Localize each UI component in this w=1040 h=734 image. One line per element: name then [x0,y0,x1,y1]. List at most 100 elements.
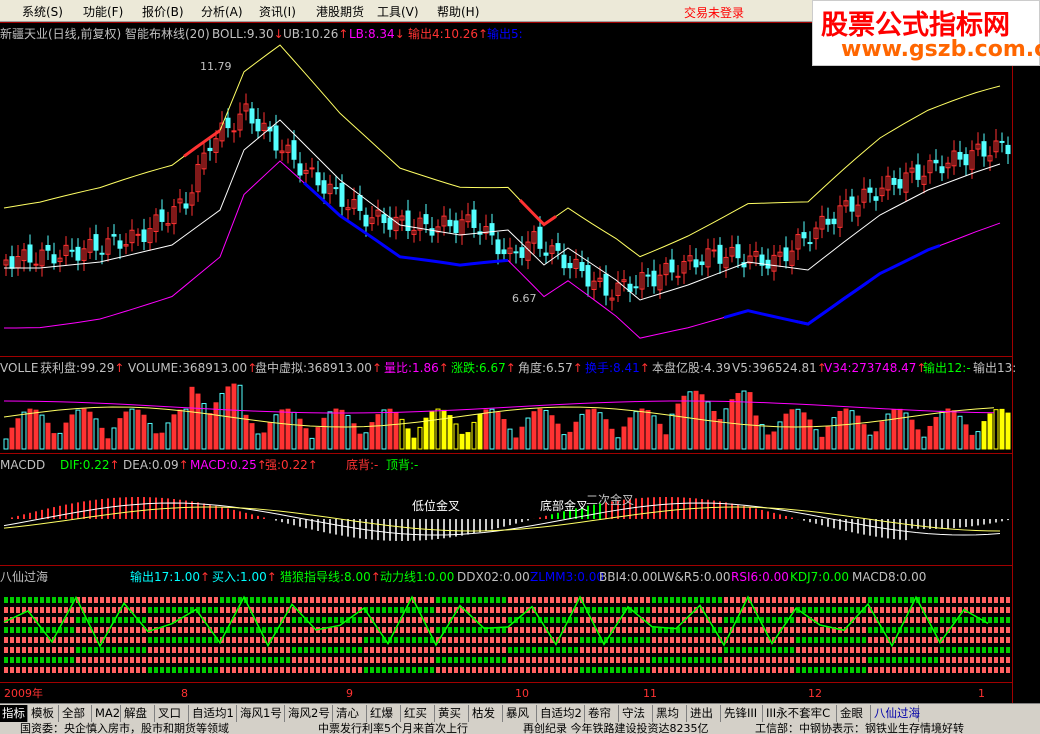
macd-bar [983,519,985,525]
tab-4[interactable]: 解盘 [122,705,155,722]
bx-signal-cell [376,597,380,603]
macd_panel-value-2: MACD:0.25↑ [190,457,267,473]
tab-15[interactable]: 自适均2 [538,705,585,722]
news-item-2[interactable]: 再创纪录 今年铁路建设投资达8235亿 [523,722,709,734]
tab-13[interactable]: 枯发 [470,705,503,722]
bx-signal-cell [922,637,926,643]
main_panel-value-text-2: LB:8.34 [349,27,395,41]
bx-signal-cell [622,617,626,623]
news-item-1[interactable]: 中票发行利率5个月来首次上行 [318,722,468,734]
tab-0[interactable]: 指标 [0,705,28,722]
bx-signal-cell [742,617,746,623]
tab-14[interactable]: 暴风 [504,705,537,722]
menu-item-5[interactable]: 港股期货 [316,3,364,20]
bx-signal-cell [862,617,866,623]
tab-3[interactable]: MA2 [93,705,121,722]
bx-signal-cell [634,617,638,623]
tab-12[interactable]: 黄买 [436,705,469,722]
bx-signal-cell [976,657,980,663]
bx-signal-cell [562,607,566,613]
bx_panel-value-2: 猎狼指导线:8.00↑ [280,569,381,585]
news-item-3[interactable]: 工信部：中钢协表示：钢铁业生存情境好转 [755,722,964,734]
tab-16[interactable]: 卷帘 [586,705,619,722]
bx-signal-cell [712,607,716,613]
bx-signal-cell [1006,637,1010,643]
menu-item-7[interactable]: 帮助(H) [437,3,479,20]
menu-item-4[interactable]: 资讯(I) [259,3,296,20]
login-status[interactable]: 交易未登录 [684,4,744,21]
menu-item-6[interactable]: 工具(V) [377,3,419,20]
bx-signal-cell [382,617,386,623]
low-price-label: 6.67 [512,292,537,305]
vol_panel-value-3: 量比:1.86↑ [384,360,449,376]
bx-signal-cell [916,617,920,623]
bx-signal-cell [520,627,524,633]
menu-item-1[interactable]: 功能(F) [83,3,123,20]
bx-signal-cell [988,607,992,613]
bx-signal-cell [196,617,200,623]
bx-signal-cell [868,617,872,623]
bx-signal-cell [22,597,26,603]
tab-23[interactable]: 八仙过海 [872,705,920,722]
bx-signal-cell [832,667,836,673]
tab-17[interactable]: 守法 [620,705,653,722]
bx-signal-cell [28,667,32,673]
tab-8[interactable]: 海风2号 [286,705,333,722]
tab-7[interactable]: 海风1号 [238,705,285,722]
bx-signal-cell [322,597,326,603]
bx-signal-cell [586,657,590,663]
bx-signal-cell [814,667,818,673]
macd-bar [809,519,811,523]
menu-item-0[interactable]: 系统(S) [22,3,63,20]
menu-item-2[interactable]: 报价(B) [142,3,184,20]
macd-bar [755,508,757,519]
bx-signal-cell [4,627,8,633]
tab-18[interactable]: 黑均 [654,705,687,722]
bx-signal-cell [10,647,14,653]
bx-signal-cell [676,667,680,673]
volume-bar [129,408,135,450]
volume-bar [171,414,177,450]
volume-bar [639,408,645,450]
volume-bar [45,422,51,450]
bx-signal-cell [922,597,926,603]
bx-signal-cell [988,647,992,653]
tab-10[interactable]: 红爆 [368,705,401,722]
bx-signal-cell [922,647,926,653]
tab-5[interactable]: 叉口 [156,705,189,722]
bx-signal-cell [64,627,68,633]
bx-signal-cell [1000,637,1004,643]
tab-21[interactable]: III永不套牢C [764,705,837,722]
bx-signal-cell [52,647,56,653]
candle-body [423,214,429,225]
tab-20[interactable]: 先锋III [722,705,763,722]
bx-signal-cell [604,597,608,603]
bx-signal-cell [766,647,770,653]
bx-signal-cell [328,667,332,673]
bx-signal-cell [658,607,662,613]
volume-bar [573,421,579,450]
volume-bar [255,433,261,450]
tab-9[interactable]: 清心 [334,705,367,722]
bx-signal-cell [910,657,914,663]
tab-19[interactable]: 进出 [688,705,721,722]
volume-bar [21,411,27,450]
volume-bar [321,417,327,450]
volume-bar [489,408,495,450]
bx-signal-cell [1006,647,1010,653]
menu-item-3[interactable]: 分析(A) [201,3,243,20]
tab-22[interactable]: 金眼 [838,705,871,722]
tab-1[interactable]: 模板 [29,705,59,722]
tab-11[interactable]: 红买 [402,705,435,722]
bx-signal-cell [340,597,344,603]
news-item-0[interactable]: 国资委：央企慎入房市，股市和期货等领域 [20,722,229,734]
macd-bar [227,508,229,519]
volume-bar [105,438,111,450]
bx-signal-cell [412,647,416,653]
bx-signal-cell [592,657,596,663]
bx-signal-cell [514,657,518,663]
bx-signal-cell [136,597,140,603]
bx-signal-cell [16,607,20,613]
tab-6[interactable]: 自适均1 [190,705,237,722]
tab-2[interactable]: 全部 [60,705,92,722]
